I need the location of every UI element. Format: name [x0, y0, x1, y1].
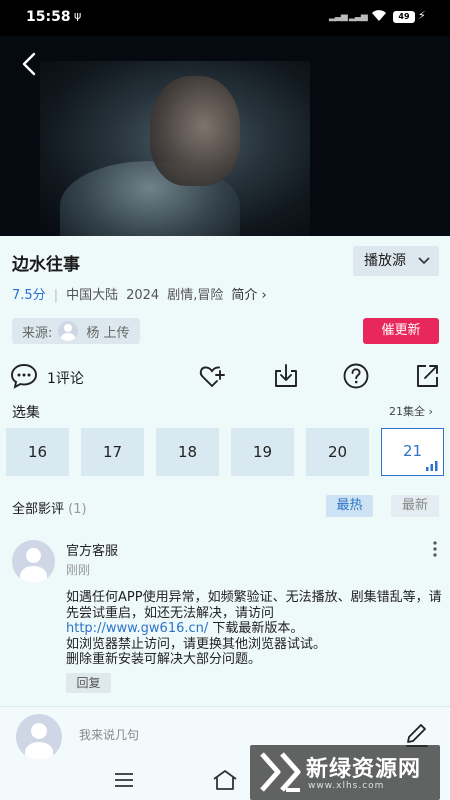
signal-icon: ▂▃▅: [349, 12, 368, 22]
review-text: 如遇任何APP使用异常，如频繁验证、无法播放、剧集错乱等，请先尝试重启，如还无法…: [66, 590, 442, 621]
episode-item[interactable]: 17: [81, 428, 144, 476]
tab-hot[interactable]: 最热: [326, 495, 373, 517]
battery-indicator: 49: [393, 11, 415, 23]
episodes-all-link[interactable]: 21集全 ›: [389, 403, 433, 419]
share-icon[interactable]: [413, 362, 441, 390]
avatar: [16, 714, 62, 760]
review-time: 刚刚: [66, 563, 91, 577]
reviews-title-text: 全部影评: [12, 502, 65, 517]
episodes-title: 选集: [12, 405, 40, 421]
episode-item-active[interactable]: 21: [381, 428, 444, 476]
episode-number: 21: [402, 442, 423, 460]
source-selector[interactable]: 播放源: [353, 246, 439, 276]
episode-item[interactable]: 20: [306, 428, 369, 476]
back-button[interactable]: [14, 48, 46, 80]
action-bar: 1评论: [0, 360, 450, 396]
status-bar: 15:58 ψ ▂▃▅ ▂▃▅ 49 ⚡: [0, 0, 450, 36]
episode-item[interactable]: 16: [6, 428, 69, 476]
show-genres: 剧情,冒险: [167, 288, 224, 303]
menu-icon[interactable]: [114, 772, 134, 788]
review-link[interactable]: http://www.gw616.cn/: [66, 621, 208, 636]
episode-item[interactable]: 18: [156, 428, 219, 476]
watermark-text: 新绿资源网: [306, 757, 422, 782]
show-year: 2024: [126, 288, 160, 303]
reply-button[interactable]: 回复: [66, 673, 111, 693]
divider: |: [53, 288, 59, 303]
urge-update-button[interactable]: 催更新: [363, 318, 439, 344]
download-icon[interactable]: [272, 362, 300, 390]
comment-icon[interactable]: [10, 362, 38, 390]
video-player[interactable]: [0, 36, 450, 236]
more-vertical-icon[interactable]: [428, 540, 442, 560]
chevron-right-icon: ›: [261, 288, 267, 303]
show-title: 边水往事: [12, 255, 80, 275]
review-text: 如浏览器禁止访问，请更换其他浏览器试试。: [66, 636, 327, 652]
tab-new[interactable]: 最新: [391, 495, 439, 517]
review-text: 下载最新版本。: [208, 621, 304, 636]
help-icon[interactable]: [342, 362, 370, 390]
usb-icon: ψ: [74, 9, 82, 22]
signal-icon: ▂▃▅: [329, 12, 348, 22]
charging-icon: ⚡: [418, 9, 426, 22]
home-icon[interactable]: [212, 768, 238, 790]
chevron-down-icon: [418, 246, 430, 287]
show-score: 7.5分: [12, 288, 46, 303]
review-text: 删除重新安装可解决大部分问题。: [66, 652, 262, 667]
uploader-name: 杨 上传: [86, 325, 130, 341]
brief-label: 简介: [231, 288, 258, 303]
episode-item[interactable]: 19: [231, 428, 294, 476]
reviews-title: 全部影评 (1): [12, 498, 87, 517]
comment-input[interactable]: 我来说几句: [79, 726, 139, 743]
playing-bars-icon: [426, 461, 438, 471]
source-selector-label: 播放源: [364, 253, 406, 269]
watermark-url: www.xlhs.com: [308, 781, 385, 791]
uploader-badge: 来源: 杨 上传: [12, 318, 140, 344]
reviews-count: (1): [68, 502, 87, 517]
uploader-avatar: [58, 321, 79, 341]
chevron-left-icon: [22, 52, 36, 76]
uploader-prefix: 来源:: [22, 325, 53, 341]
show-region: 中国大陆: [66, 288, 119, 303]
brief-link[interactable]: 简介 ›: [231, 288, 266, 303]
favorite-add-icon[interactable]: [198, 362, 226, 390]
show-meta: 7.5分 | 中国大陆 2024 剧情,冒险 简介 ›: [12, 284, 267, 303]
avatar[interactable]: [12, 540, 55, 583]
watermark-logo: [260, 752, 301, 792]
wifi-icon: [371, 8, 387, 26]
review-author: 官方客服: [66, 544, 119, 559]
video-frame-face: [150, 76, 240, 186]
watermark: 新绿资源网 www.xlhs.com: [250, 745, 440, 800]
comment-count[interactable]: 1评论: [47, 368, 84, 388]
status-time: 15:58: [26, 9, 71, 25]
review-item: 官方客服 刚刚 如遇任何APP使用异常，如频繁验证、无法播放、剧集错乱等，请先尝…: [0, 536, 450, 706]
review-body: 如遇任何APP使用异常，如频繁验证、无法播放、剧集错乱等，请先尝试重启，如还无法…: [66, 590, 442, 668]
